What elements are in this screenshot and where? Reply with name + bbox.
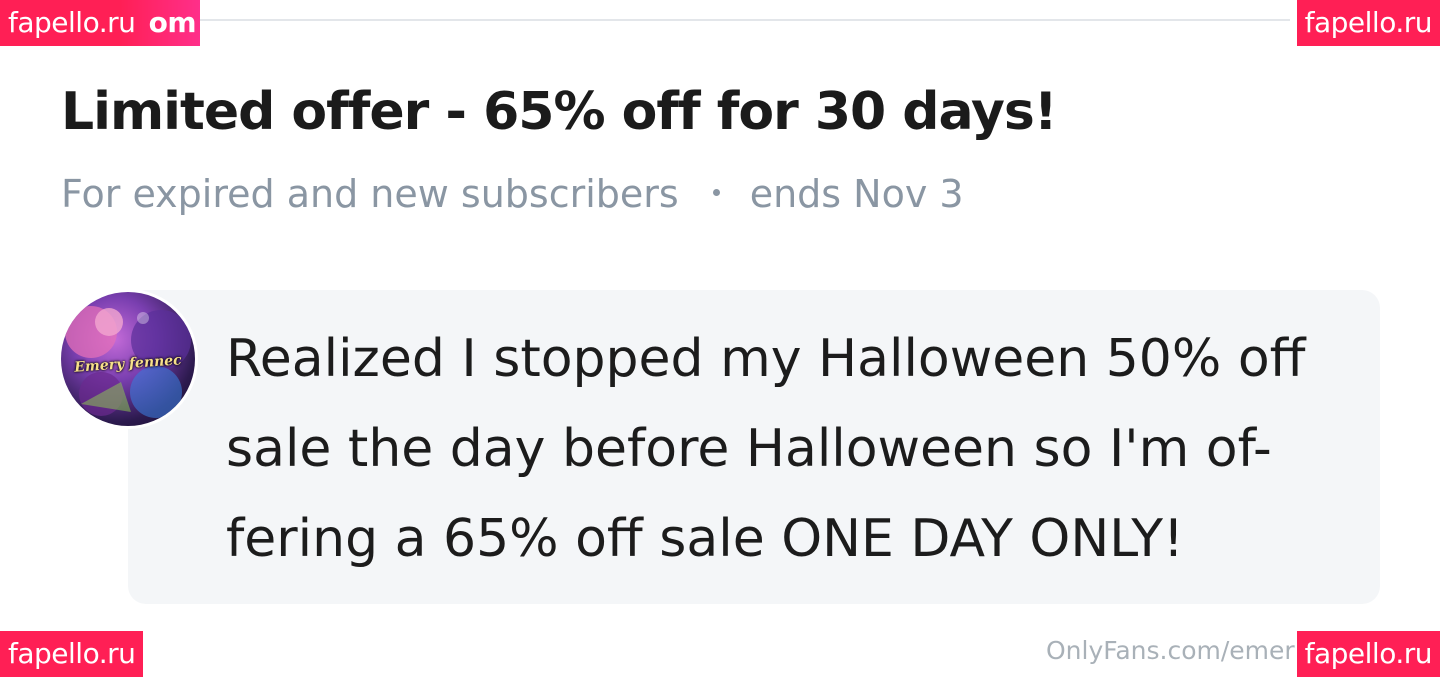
top-divider (200, 19, 1290, 21)
watermark-text: fapello.ru (8, 6, 136, 39)
source-url[interactable]: OnlyFans.com/emer (1046, 636, 1295, 665)
watermark-top-left: fapello.ru om (0, 0, 200, 46)
separator-dot (712, 188, 720, 196)
watermark-bottom-right: fapello.ru (1296, 631, 1440, 677)
offer-end-date: ends Nov 3 (749, 172, 964, 216)
watermark-tail: om (148, 6, 197, 39)
avatar[interactable]: Emery fennec (58, 289, 198, 429)
watermark-top-right: fapello.ru (1296, 0, 1440, 46)
message-text: Realized I stopped my Halloween 50% off … (226, 329, 1306, 569)
offer-subline: For expired and new subscribers ends Nov… (61, 172, 964, 216)
watermark-bottom-left: fapello.ru (0, 631, 144, 677)
avatar-image: Emery fennec (61, 292, 195, 426)
offer-title: Limited offer - 65% off for 30 days! (61, 82, 1058, 142)
offer-audience: For expired and new subscribers (61, 172, 679, 216)
